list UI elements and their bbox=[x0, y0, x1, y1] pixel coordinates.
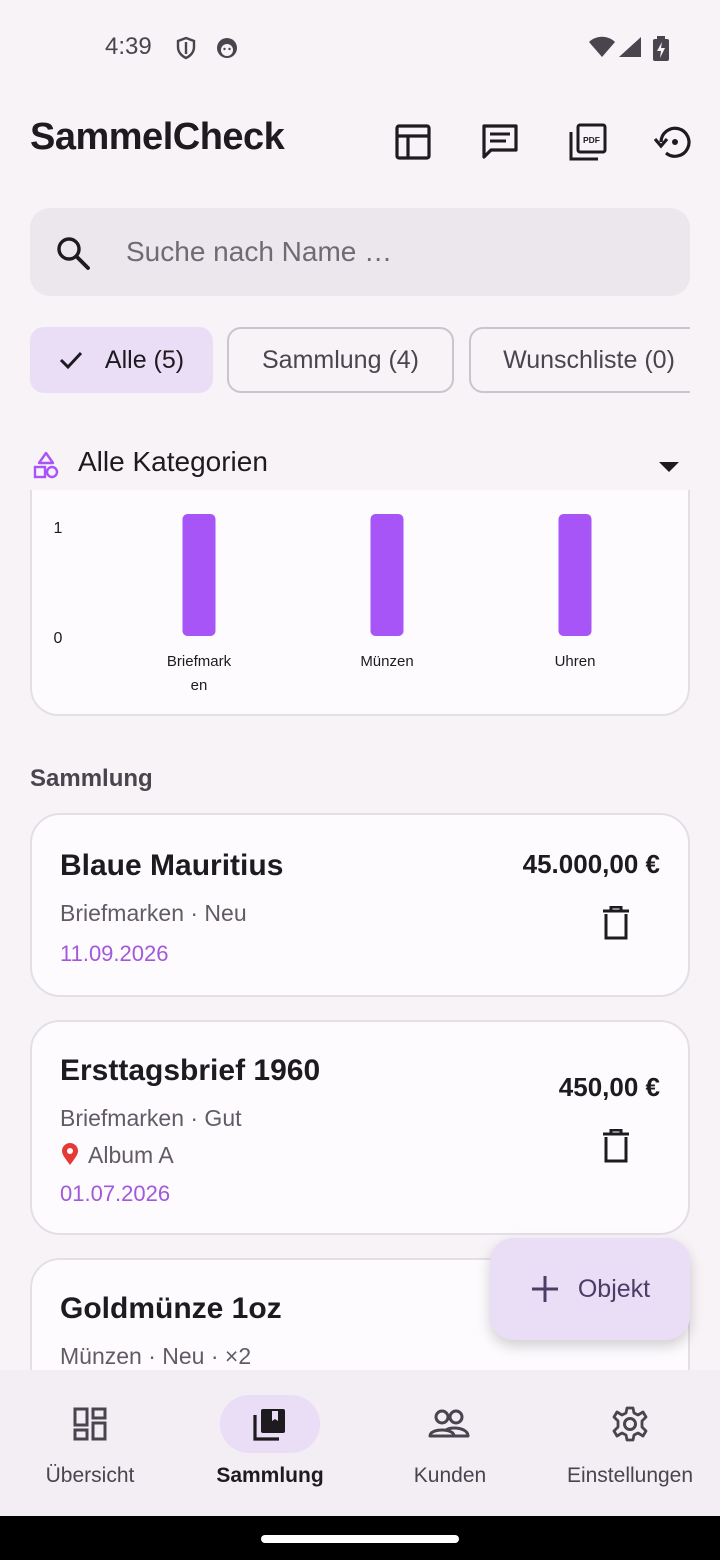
chip-label: Sammlung (4) bbox=[262, 345, 419, 374]
item-location-text: Album A bbox=[88, 1142, 174, 1168]
item-location: Album A bbox=[60, 1142, 174, 1172]
item-subtitle: Briefmarken · Gut bbox=[60, 1105, 242, 1131]
filter-chips: Alle (5) Sammlung (4) Wunschliste (0) bbox=[30, 327, 690, 397]
y-tick-label: 0 bbox=[54, 630, 63, 647]
nav-uebersicht[interactable]: Übersicht bbox=[0, 1370, 180, 1516]
item-name: Goldmünze 1oz bbox=[60, 1292, 282, 1325]
signal-icon bbox=[618, 36, 642, 63]
delete-button[interactable] bbox=[596, 1128, 636, 1168]
chip-alle[interactable]: Alle (5) bbox=[30, 327, 213, 393]
fab-label: Objekt bbox=[577, 1274, 651, 1303]
dashboard-icon bbox=[72, 1406, 108, 1447]
gesture-handle[interactable] bbox=[261, 1535, 459, 1543]
nav-label: Einstellungen bbox=[566, 1464, 694, 1487]
gesture-bar bbox=[0, 1516, 720, 1560]
people-icon bbox=[428, 1406, 470, 1447]
plus-icon bbox=[530, 1274, 560, 1304]
app-title: SammelCheck bbox=[30, 116, 285, 158]
chip-label: Alle (5) bbox=[104, 345, 185, 374]
search-input[interactable] bbox=[124, 228, 668, 276]
nav-label: Sammlung bbox=[216, 1464, 324, 1487]
item-price: 450,00 € bbox=[558, 1072, 660, 1102]
battery-charging-icon bbox=[652, 36, 670, 67]
add-object-fab[interactable]: Objekt bbox=[490, 1238, 690, 1340]
item-name: Ersttagsbrief 1960 bbox=[60, 1054, 321, 1087]
nav-label: Übersicht bbox=[45, 1464, 135, 1487]
item-card[interactable]: Blaue Mauritius Briefmarken · Neu 11.09.… bbox=[30, 813, 690, 997]
nav-kunden[interactable]: Kunden bbox=[360, 1370, 540, 1516]
category-chart: 1 0 Briefmark en Münzen Uhren bbox=[30, 490, 690, 716]
app-bar: SammelCheck PDF bbox=[0, 96, 720, 192]
check-icon bbox=[59, 350, 83, 370]
item-price: 45.000,00 € bbox=[522, 849, 660, 879]
item-date: 11.09.2026 bbox=[60, 941, 169, 966]
category-selected: Alle Kategorien bbox=[78, 446, 268, 477]
svg-text:PDF: PDF bbox=[583, 135, 600, 145]
chart-svg: 1 0 Briefmark en Münzen Uhren bbox=[54, 514, 596, 694]
face-icon bbox=[215, 36, 239, 65]
chip-wunschliste[interactable]: Wunschliste (0) bbox=[469, 327, 690, 393]
category-icon bbox=[32, 451, 60, 484]
x-tick-label: Münzen bbox=[360, 653, 413, 670]
chart-bar bbox=[558, 514, 592, 636]
status-time: 4:39 bbox=[105, 33, 152, 60]
delete-button[interactable] bbox=[596, 905, 636, 945]
section-heading: Sammlung bbox=[30, 765, 153, 792]
pin-icon bbox=[60, 1142, 80, 1172]
nav-einstellungen[interactable]: Einstellungen bbox=[540, 1370, 720, 1516]
trash-icon bbox=[602, 905, 630, 945]
pdf-icon: PDF bbox=[568, 122, 608, 167]
item-date: 01.07.2026 bbox=[60, 1181, 171, 1206]
messages-button[interactable] bbox=[474, 118, 526, 170]
nav-sammlung[interactable]: Sammlung bbox=[180, 1370, 360, 1516]
x-tick-label: Briefmark bbox=[167, 653, 232, 670]
chart-bar bbox=[370, 514, 404, 636]
message-icon bbox=[480, 123, 520, 166]
history-button[interactable] bbox=[648, 118, 700, 170]
x-tick-label: Uhren bbox=[555, 653, 596, 670]
search-bar[interactable] bbox=[30, 208, 690, 296]
collections-icon bbox=[252, 1406, 288, 1447]
nav-label: Kunden bbox=[413, 1464, 487, 1487]
trash-icon bbox=[602, 1128, 630, 1168]
item-subtitle: Briefmarken · Neu bbox=[60, 900, 247, 926]
wifi-icon bbox=[588, 36, 616, 63]
search-icon bbox=[54, 234, 92, 277]
pdf-export-button[interactable]: PDF bbox=[562, 118, 614, 170]
item-card[interactable]: Ersttagsbrief 1960 Briefmarken · Gut Alb… bbox=[30, 1020, 690, 1235]
bottom-navigation: Übersicht Sammlung Kunden Einstellungen bbox=[0, 1370, 720, 1516]
x-tick-label: en bbox=[191, 677, 208, 694]
dropdown-arrow-icon bbox=[658, 460, 680, 478]
table-icon bbox=[394, 123, 432, 166]
table-view-button[interactable] bbox=[387, 118, 439, 170]
shield-icon bbox=[175, 36, 197, 65]
chart-bar bbox=[182, 514, 216, 636]
y-tick-label: 1 bbox=[54, 520, 63, 537]
chip-sammlung[interactable]: Sammlung (4) bbox=[227, 327, 454, 393]
history-icon bbox=[653, 122, 694, 167]
item-name: Blaue Mauritius bbox=[60, 849, 284, 882]
settings-icon bbox=[612, 1406, 648, 1447]
item-subtitle: Münzen · Neu · ×2 bbox=[60, 1343, 252, 1369]
status-bar: 4:39 bbox=[0, 0, 720, 96]
chip-label: Wunschliste (0) bbox=[503, 345, 675, 374]
